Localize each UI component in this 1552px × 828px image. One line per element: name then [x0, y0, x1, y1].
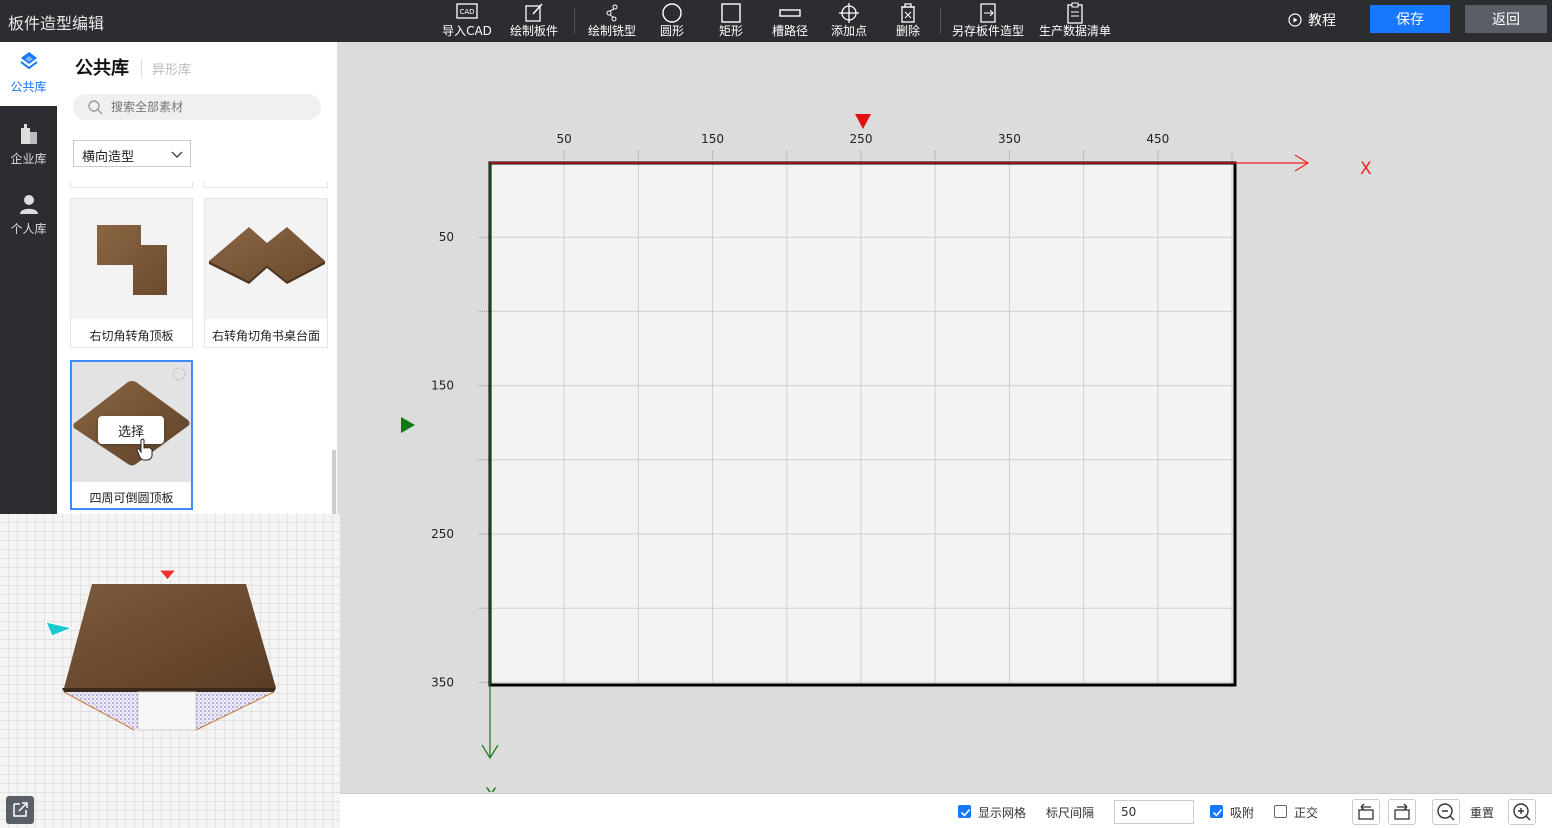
library-card[interactable]: 右转角切角书桌台面 — [204, 198, 328, 348]
add-point-button[interactable]: 添加点 — [828, 0, 870, 42]
undo-button[interactable] — [1352, 799, 1380, 825]
save-button[interactable]: 保存 — [1370, 5, 1450, 33]
shape-type-select[interactable]: 横向造型 — [73, 140, 191, 167]
x-tick-label: 450 — [1146, 132, 1169, 146]
hand-cursor-icon — [136, 438, 153, 461]
y-tick-label: 250 — [431, 527, 454, 541]
rectangle-icon — [721, 3, 741, 23]
draw-board-button[interactable]: 绘制板件 — [508, 0, 560, 42]
user-icon — [19, 195, 38, 214]
play-circle-icon — [1288, 13, 1302, 27]
card-thumbnail — [71, 199, 192, 319]
x-tick-label: 350 — [998, 132, 1021, 146]
x-tick-label: 250 — [850, 132, 873, 146]
card-partial — [204, 182, 328, 188]
select-button[interactable]: 选择 — [98, 416, 164, 444]
card-partial — [70, 182, 193, 188]
nav-enterprise-library[interactable]: 企业库 — [0, 114, 57, 178]
card-caption: 右切角转角顶板 — [89, 329, 174, 343]
panel-scrollbar[interactable] — [332, 450, 336, 514]
card-caption: 右转角切角书桌台面 — [211, 329, 320, 343]
circle-icon — [662, 3, 682, 23]
x-axis-label: X — [1360, 159, 1372, 179]
snap-label: 吸附 — [1230, 806, 1255, 820]
nav-public-library[interactable]: 公共库 — [0, 42, 57, 106]
checkmark-icon — [960, 808, 971, 817]
tutorial-link[interactable]: 教程 — [1288, 10, 1336, 30]
library-nav: 公共库 企业库 个人库 — [0, 42, 57, 514]
undo-icon — [1358, 803, 1374, 820]
building-icon — [20, 124, 37, 144]
expand-preview-button[interactable] — [6, 796, 34, 824]
redo-button[interactable] — [1388, 799, 1416, 825]
search-box — [73, 94, 321, 120]
x-tick-label: 50 — [557, 132, 572, 146]
top-toolbar: 板件造型编辑 CAD 导入CAD 绘制板件 绘制铣型 圆形 矩形 槽路径 添加点… — [0, 0, 1552, 42]
settings-icon — [172, 367, 186, 381]
y-tick-label: 50 — [439, 230, 454, 244]
chevron-down-icon — [171, 151, 183, 158]
circle-button[interactable]: 圆形 — [652, 0, 692, 42]
expand-icon — [13, 802, 28, 817]
toolbar-divider — [574, 8, 575, 34]
zoom-in-button[interactable] — [1508, 799, 1536, 825]
ruler-spacing-input[interactable] — [1114, 800, 1194, 824]
search-icon — [88, 100, 103, 115]
clipboard-icon — [1067, 2, 1083, 24]
groove-icon — [779, 9, 801, 17]
status-bar: 显示网格 标尺间隔 吸附 正交 重置 — [340, 793, 1552, 828]
y-position-marker-icon[interactable] — [401, 417, 415, 433]
draw-mill-button[interactable]: 绘制铣型 — [586, 0, 638, 42]
drawing-canvas[interactable]: 50 150 250 350 450 50 150 250 350 X Y — [340, 42, 1552, 792]
nav-personal-library[interactable]: 个人库 — [0, 184, 57, 248]
production-list-button[interactable]: 生产数据清单 — [1037, 0, 1113, 42]
edit-icon — [525, 3, 543, 22]
board-area — [490, 163, 1235, 685]
trash-icon — [901, 3, 915, 23]
import-cad-button[interactable]: CAD 导入CAD — [441, 0, 493, 42]
rect-button[interactable]: 矩形 — [711, 0, 751, 42]
show-grid-checkbox[interactable] — [958, 805, 971, 818]
y-tick-label: 150 — [431, 379, 454, 393]
checkmark-icon — [1212, 808, 1223, 817]
reset-button[interactable]: 重置 — [1470, 804, 1494, 821]
search-input[interactable] — [111, 98, 311, 116]
card-caption: 四周可倒圆顶板 — [89, 491, 174, 505]
redo-icon — [1394, 803, 1410, 820]
zoom-out-icon — [1437, 803, 1455, 821]
app-title: 板件造型编辑 — [8, 14, 105, 33]
y-axis-label: Y — [485, 785, 497, 792]
library-card[interactable]: 右切角转角顶板 — [70, 198, 193, 348]
x-position-marker-icon[interactable] — [855, 114, 871, 129]
mill-path-icon — [606, 4, 618, 22]
delete-button[interactable]: 删除 — [890, 0, 926, 42]
zoom-in-icon — [1513, 803, 1531, 821]
toolbar-divider — [940, 8, 941, 34]
export-icon — [980, 3, 996, 23]
y-tick-label: 350 — [431, 675, 454, 689]
snap-checkbox[interactable] — [1210, 805, 1223, 818]
card-thumbnail — [205, 199, 327, 319]
library-card-selected[interactable]: 选择 四周可倒圆顶板 — [70, 360, 193, 510]
groove-path-button[interactable]: 槽路径 — [768, 0, 812, 42]
3d-preview[interactable] — [0, 514, 340, 828]
cad-file-icon: CAD — [456, 3, 478, 19]
ruler-spacing-label: 标尺间隔 — [1046, 806, 1095, 820]
tab-shaped-library[interactable]: 异形库 — [141, 59, 191, 78]
panel-title: 公共库 — [75, 58, 129, 79]
svg-text:CAD: CAD — [459, 8, 474, 16]
crosshair-icon — [839, 3, 859, 23]
library-panel: 公共库 异形库 横向造型 右切角转角顶板 右转角切角书桌台面 — [57, 42, 337, 514]
back-button[interactable]: 返回 — [1465, 5, 1547, 33]
public-library-icon — [19, 52, 38, 70]
ortho-label: 正交 — [1294, 806, 1319, 820]
save-as-button[interactable]: 另存板件造型 — [950, 0, 1026, 42]
show-grid-label: 显示网格 — [978, 806, 1027, 820]
zoom-out-button[interactable] — [1432, 799, 1460, 825]
ortho-checkbox[interactable] — [1274, 805, 1287, 818]
x-tick-label: 150 — [701, 132, 724, 146]
